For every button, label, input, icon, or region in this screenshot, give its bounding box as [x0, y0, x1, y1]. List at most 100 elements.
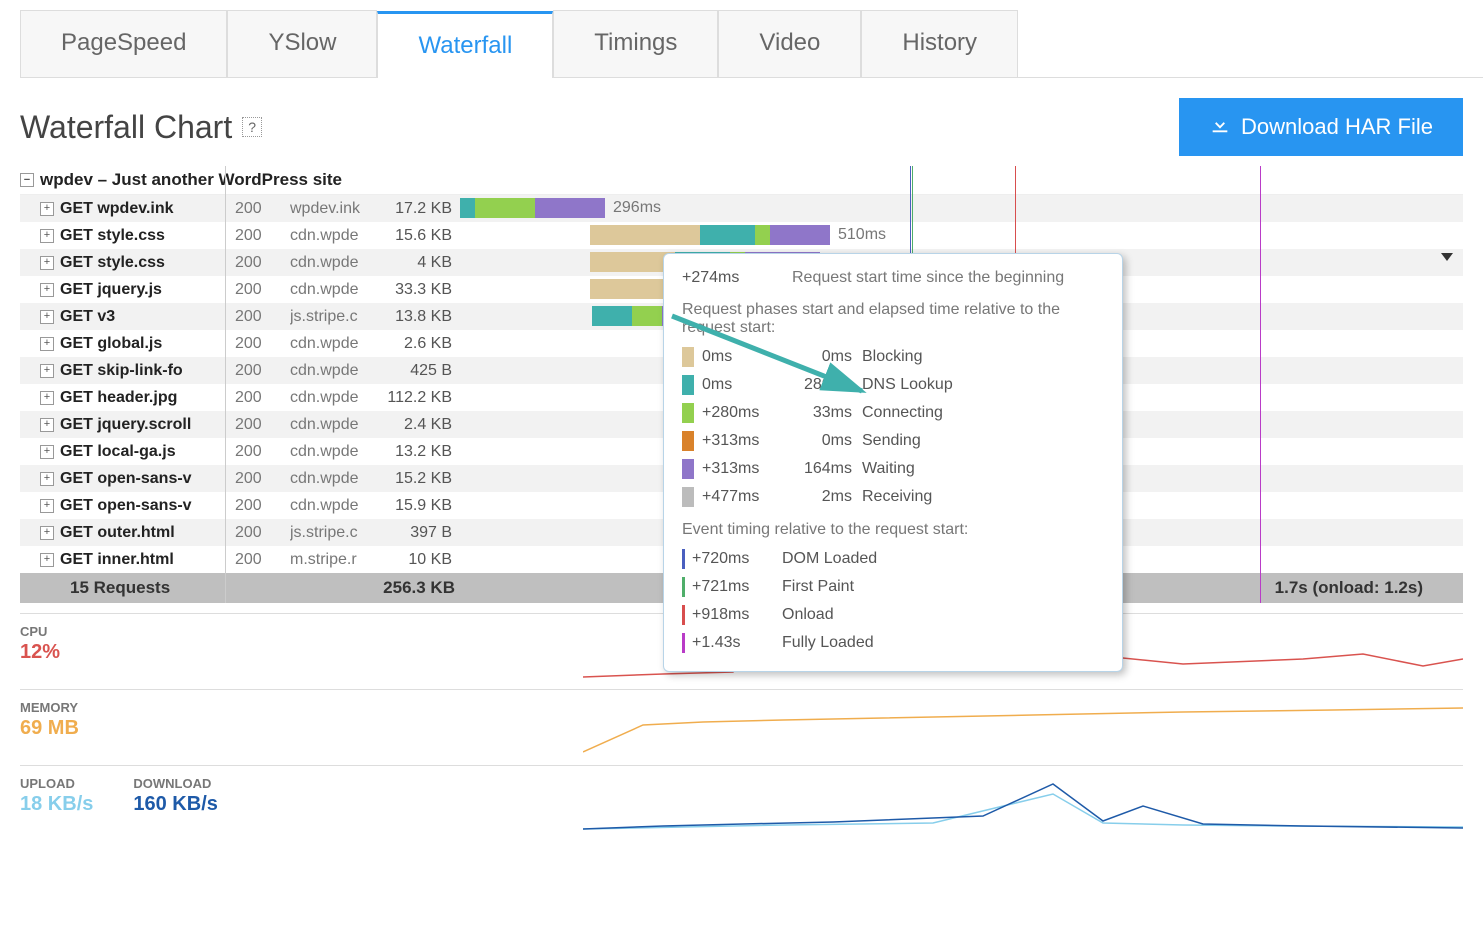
bar-segment-connect: [475, 198, 535, 218]
tab-video[interactable]: Video: [718, 10, 861, 77]
phase-offset: +313ms: [702, 432, 782, 450]
request-status: 200: [235, 416, 290, 434]
request-name: GET global.js: [60, 335, 235, 353]
phase-name: Sending: [862, 432, 1104, 450]
event-name: Onload: [782, 606, 1104, 624]
tab-waterfall[interactable]: Waterfall: [377, 11, 553, 78]
expand-icon[interactable]: +: [40, 526, 54, 540]
metric-upload-value: 18 KB/s: [20, 793, 93, 816]
request-status: 200: [235, 389, 290, 407]
request-domain: cdn.wpde: [290, 470, 385, 488]
request-domain: cdn.wpde: [290, 416, 385, 434]
request-domain: cdn.wpde: [290, 443, 385, 461]
request-name: GET inner.html: [60, 551, 235, 569]
expand-icon[interactable]: +: [40, 256, 54, 270]
expand-icon[interactable]: +: [40, 445, 54, 459]
bar-segment-dns: [460, 198, 475, 218]
request-status: 200: [235, 443, 290, 461]
metric-download-value: 160 KB/s: [133, 793, 218, 816]
request-name: GET header.jpg: [60, 389, 235, 407]
event-swatch: [682, 577, 685, 597]
request-domain: js.stripe.c: [290, 524, 385, 542]
request-size: 4 KB: [385, 254, 460, 272]
request-row[interactable]: +GET wpdev.ink200wpdev.ink17.2 KB296ms: [20, 195, 1463, 222]
expand-icon[interactable]: +: [40, 283, 54, 297]
phase-name: Connecting: [862, 404, 1104, 422]
phase-duration: 164ms: [782, 460, 862, 478]
event-name: Fully Loaded: [782, 634, 1104, 652]
help-icon[interactable]: ?: [242, 117, 262, 137]
phase-offset: +313ms: [702, 460, 782, 478]
collapse-icon[interactable]: −: [20, 173, 34, 187]
request-name: GET v3: [60, 308, 235, 326]
page-header: Waterfall Chart ? Download HAR File: [0, 78, 1483, 166]
request-domain: cdn.wpde: [290, 335, 385, 353]
phase-swatch: [682, 375, 694, 395]
timing-tooltip: +274ms Request start time since the begi…: [663, 253, 1123, 672]
page-title-text: Waterfall Chart: [20, 109, 232, 146]
phase-name: Blocking: [862, 348, 1104, 366]
phase-offset: 0ms: [702, 376, 782, 394]
request-name: GET jquery.scroll: [60, 416, 235, 434]
phase-name: Receiving: [862, 488, 1104, 506]
expand-icon[interactable]: +: [40, 499, 54, 513]
site-row[interactable]: − wpdev – Just another WordPress site: [20, 166, 1463, 194]
tab-yslow[interactable]: YSlow: [227, 10, 377, 77]
expand-icon[interactable]: +: [40, 391, 54, 405]
request-status: 200: [235, 200, 290, 218]
request-domain: m.stripe.r: [290, 551, 385, 569]
download-label: Download HAR File: [1241, 114, 1433, 140]
request-status: 200: [235, 497, 290, 515]
request-size: 2.6 KB: [385, 335, 460, 353]
chevron-down-icon[interactable]: [1441, 253, 1453, 261]
event-offset: +720ms: [692, 550, 782, 568]
request-status: 200: [235, 227, 290, 245]
request-name: GET style.css: [60, 227, 235, 245]
download-har-button[interactable]: Download HAR File: [1179, 98, 1463, 156]
request-domain: cdn.wpde: [290, 227, 385, 245]
request-domain: cdn.wpde: [290, 389, 385, 407]
request-status: 200: [235, 524, 290, 542]
page-title: Waterfall Chart ?: [20, 109, 262, 146]
expand-icon[interactable]: +: [40, 364, 54, 378]
tooltip-start-time: +274ms: [682, 269, 792, 287]
metric-download-label: DOWNLOAD: [133, 776, 218, 791]
request-size: 397 B: [385, 524, 460, 542]
expand-icon[interactable]: +: [40, 229, 54, 243]
request-name: GET jquery.js: [60, 281, 235, 299]
request-domain: cdn.wpde: [290, 362, 385, 380]
bar-segment-connect: [755, 225, 770, 245]
phase-offset: 0ms: [702, 348, 782, 366]
phase-swatch: [682, 403, 694, 423]
expand-icon[interactable]: +: [40, 553, 54, 567]
phase-name: Waiting: [862, 460, 1104, 478]
phase-duration: 33ms: [782, 404, 862, 422]
summary-count: 15 Requests: [20, 578, 355, 598]
expand-icon[interactable]: +: [40, 202, 54, 216]
expand-icon[interactable]: +: [40, 337, 54, 351]
metric-network: UPLOAD 18 KB/s DOWNLOAD 160 KB/s: [20, 765, 1463, 841]
request-status: 200: [235, 254, 290, 272]
phase-duration: 0ms: [782, 348, 862, 366]
phase-duration: 280ms: [782, 376, 862, 394]
tooltip-phase-grid: 0ms0msBlocking0ms280msDNS Lookup+280ms33…: [682, 347, 1104, 507]
bar-segment-dns: [700, 225, 755, 245]
bar-segment-waiting: [535, 198, 605, 218]
tab-history[interactable]: History: [861, 10, 1018, 77]
expand-icon[interactable]: +: [40, 472, 54, 486]
event-swatch: [682, 633, 685, 653]
waterfall-section: − wpdev – Just another WordPress site +G…: [0, 166, 1483, 603]
tab-timings[interactable]: Timings: [553, 10, 718, 77]
request-size: 2.4 KB: [385, 416, 460, 434]
request-size: 112.2 KB: [385, 389, 460, 407]
request-duration: 296ms: [613, 198, 661, 218]
tab-pagespeed[interactable]: PageSpeed: [20, 10, 227, 77]
request-name: GET outer.html: [60, 524, 235, 542]
expand-icon[interactable]: +: [40, 310, 54, 324]
request-row[interactable]: +GET style.css200cdn.wpde15.6 KB510ms: [20, 222, 1463, 249]
request-domain: cdn.wpde: [290, 281, 385, 299]
expand-icon[interactable]: +: [40, 418, 54, 432]
summary-timing: 1.7s (onload: 1.2s): [1275, 578, 1463, 598]
event-offset: +918ms: [692, 606, 782, 624]
memory-sparkline: [583, 700, 1463, 755]
